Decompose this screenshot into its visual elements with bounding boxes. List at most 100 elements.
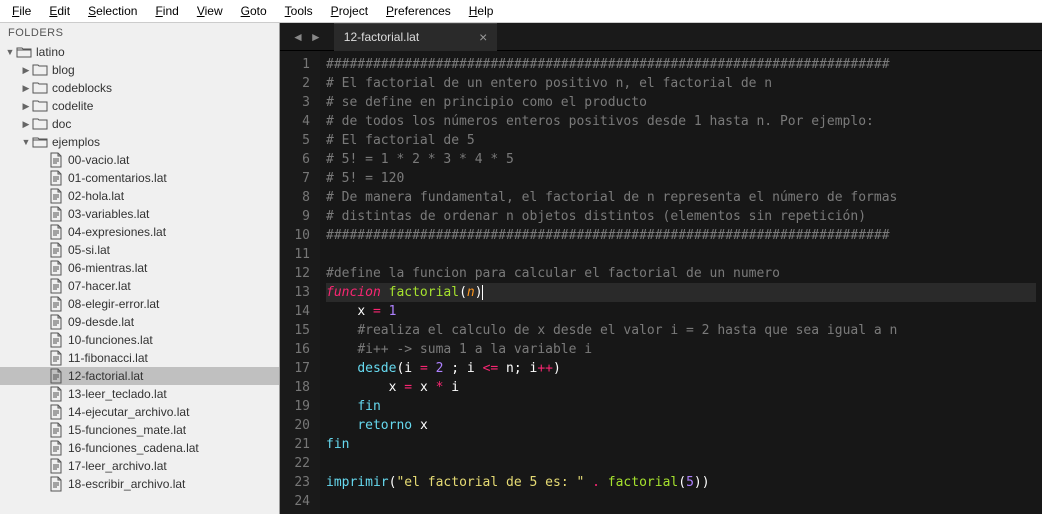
line-number: 13 — [284, 283, 310, 302]
file-05-si-lat[interactable]: 05-si.lat — [0, 241, 279, 259]
file-02-hola-lat[interactable]: 02-hola.lat — [0, 187, 279, 205]
code-line-1[interactable]: ########################################… — [326, 55, 1036, 74]
folder-blog[interactable]: ▶ blog — [0, 61, 279, 79]
line-number: 17 — [284, 359, 310, 378]
code-line-23[interactable]: imprimir("el factorial de 5 es: " . fact… — [326, 473, 1036, 492]
code-line-18[interactable]: x = x * i — [326, 378, 1036, 397]
menu-goto[interactable]: Goto — [233, 2, 275, 20]
file-icon — [48, 476, 64, 492]
file-icon — [48, 278, 64, 294]
code-line-3[interactable]: # se define en principio como el product… — [326, 93, 1036, 112]
file-12-factorial-lat[interactable]: 12-factorial.lat — [0, 367, 279, 385]
code-line-15[interactable]: #realiza el calculo de x desde el valor … — [326, 321, 1036, 340]
chevron-right-icon[interactable]: ▶ — [20, 65, 32, 76]
tree-label: 06-mientras.lat — [68, 261, 147, 275]
file-00-vacio-lat[interactable]: 00-vacio.lat — [0, 151, 279, 169]
nav-forward-icon[interactable]: ► — [310, 30, 322, 44]
menu-project[interactable]: Project — [323, 2, 376, 20]
code-line-22[interactable] — [326, 454, 1036, 473]
sidebar-title: FOLDERS — [0, 23, 279, 43]
tab-active[interactable]: 12-factorial.lat × — [334, 23, 498, 51]
tree-label: 00-vacio.lat — [68, 153, 129, 167]
code-content[interactable]: ########################################… — [320, 51, 1042, 514]
menu-tools[interactable]: Tools — [277, 2, 321, 20]
line-number: 19 — [284, 397, 310, 416]
menu-preferences[interactable]: Preferences — [378, 2, 459, 20]
code-line-9[interactable]: # distintas de ordenar n objetos distint… — [326, 207, 1036, 226]
tree-label: blog — [52, 63, 75, 77]
nav-arrows: ◄ ► — [280, 30, 334, 44]
file-icon — [48, 404, 64, 420]
folder-codeblocks[interactable]: ▶ codeblocks — [0, 79, 279, 97]
folder-icon — [32, 80, 48, 96]
line-gutter: 123456789101112131415161718192021222324 — [280, 51, 320, 514]
line-number: 16 — [284, 340, 310, 359]
folder-icon — [32, 98, 48, 114]
tree-label: codeblocks — [52, 81, 112, 95]
close-icon[interactable]: × — [479, 29, 487, 45]
code-line-12[interactable]: #define la funcion para calcular el fact… — [326, 264, 1036, 283]
file-17-leer_archivo-lat[interactable]: 17-leer_archivo.lat — [0, 457, 279, 475]
file-18-escribir_archivo-lat[interactable]: 18-escribir_archivo.lat — [0, 475, 279, 493]
code-line-11[interactable] — [326, 245, 1036, 264]
file-11-fibonacci-lat[interactable]: 11-fibonacci.lat — [0, 349, 279, 367]
file-13-leer_teclado-lat[interactable]: 13-leer_teclado.lat — [0, 385, 279, 403]
folder-icon — [32, 116, 48, 132]
file-04-expresiones-lat[interactable]: 04-expresiones.lat — [0, 223, 279, 241]
line-number: 11 — [284, 245, 310, 264]
file-icon — [48, 296, 64, 312]
file-icon — [48, 422, 64, 438]
file-03-variables-lat[interactable]: 03-variables.lat — [0, 205, 279, 223]
file-14-ejecutar_archivo-lat[interactable]: 14-ejecutar_archivo.lat — [0, 403, 279, 421]
editor-body[interactable]: 123456789101112131415161718192021222324 … — [280, 51, 1042, 514]
chevron-right-icon[interactable]: ▶ — [20, 83, 32, 94]
chevron-down-icon[interactable]: ▼ — [20, 137, 32, 147]
file-01-comentarios-lat[interactable]: 01-comentarios.lat — [0, 169, 279, 187]
menu-help[interactable]: Help — [461, 2, 502, 20]
file-16-funciones_cadena-lat[interactable]: 16-funciones_cadena.lat — [0, 439, 279, 457]
code-line-17[interactable]: desde(i = 2 ; i <= n; i++) — [326, 359, 1036, 378]
menu-find[interactable]: Find — [147, 2, 186, 20]
nav-back-icon[interactable]: ◄ — [292, 30, 304, 44]
code-line-21[interactable]: fin — [326, 435, 1036, 454]
chevron-right-icon[interactable]: ▶ — [20, 119, 32, 130]
code-line-7[interactable]: # 5! = 120 — [326, 169, 1036, 188]
code-line-4[interactable]: # de todos los números enteros positivos… — [326, 112, 1036, 131]
code-line-6[interactable]: # 5! = 1 * 2 * 3 * 4 * 5 — [326, 150, 1036, 169]
file-08-elegir-error-lat[interactable]: 08-elegir-error.lat — [0, 295, 279, 313]
menu-view[interactable]: View — [189, 2, 231, 20]
menu-selection[interactable]: Selection — [80, 2, 145, 20]
editor-area: ◄ ► 12-factorial.lat × 12345678910111213… — [280, 23, 1042, 514]
code-line-2[interactable]: # El factorial de un entero positivo n, … — [326, 74, 1036, 93]
menu-file[interactable]: File — [4, 2, 39, 20]
code-line-14[interactable]: x = 1 — [326, 302, 1036, 321]
line-number: 21 — [284, 435, 310, 454]
tree-label: 16-funciones_cadena.lat — [68, 441, 199, 455]
code-line-13[interactable]: funcion factorial(n) — [326, 283, 1036, 302]
file-15-funciones_mate-lat[interactable]: 15-funciones_mate.lat — [0, 421, 279, 439]
code-line-19[interactable]: fin — [326, 397, 1036, 416]
folder-ejemplos[interactable]: ▼ejemplos — [0, 133, 279, 151]
line-number: 5 — [284, 131, 310, 150]
folder-latino[interactable]: ▼latino — [0, 43, 279, 61]
code-line-10[interactable]: ########################################… — [326, 226, 1036, 245]
file-09-desde-lat[interactable]: 09-desde.lat — [0, 313, 279, 331]
file-06-mientras-lat[interactable]: 06-mientras.lat — [0, 259, 279, 277]
code-line-20[interactable]: retorno x — [326, 416, 1036, 435]
code-line-5[interactable]: # El factorial de 5 — [326, 131, 1036, 150]
tree-label: 10-funciones.lat — [68, 333, 153, 347]
folder-icon — [16, 44, 32, 60]
folder-doc[interactable]: ▶doc — [0, 115, 279, 133]
code-line-8[interactable]: # De manera fundamental, el factorial de… — [326, 188, 1036, 207]
chevron-down-icon[interactable]: ▼ — [4, 47, 16, 57]
tree-label: 14-ejecutar_archivo.lat — [68, 405, 189, 419]
code-line-16[interactable]: #i++ -> suma 1 a la variable i — [326, 340, 1036, 359]
code-line-24[interactable] — [326, 492, 1036, 511]
folder-codelite[interactable]: ▶codelite — [0, 97, 279, 115]
menu-edit[interactable]: Edit — [41, 2, 78, 20]
chevron-right-icon[interactable]: ▶ — [20, 101, 32, 112]
file-07-hacer-lat[interactable]: 07-hacer.lat — [0, 277, 279, 295]
file-10-funciones-lat[interactable]: 10-funciones.lat — [0, 331, 279, 349]
tree-label: 15-funciones_mate.lat — [68, 423, 186, 437]
line-number: 7 — [284, 169, 310, 188]
